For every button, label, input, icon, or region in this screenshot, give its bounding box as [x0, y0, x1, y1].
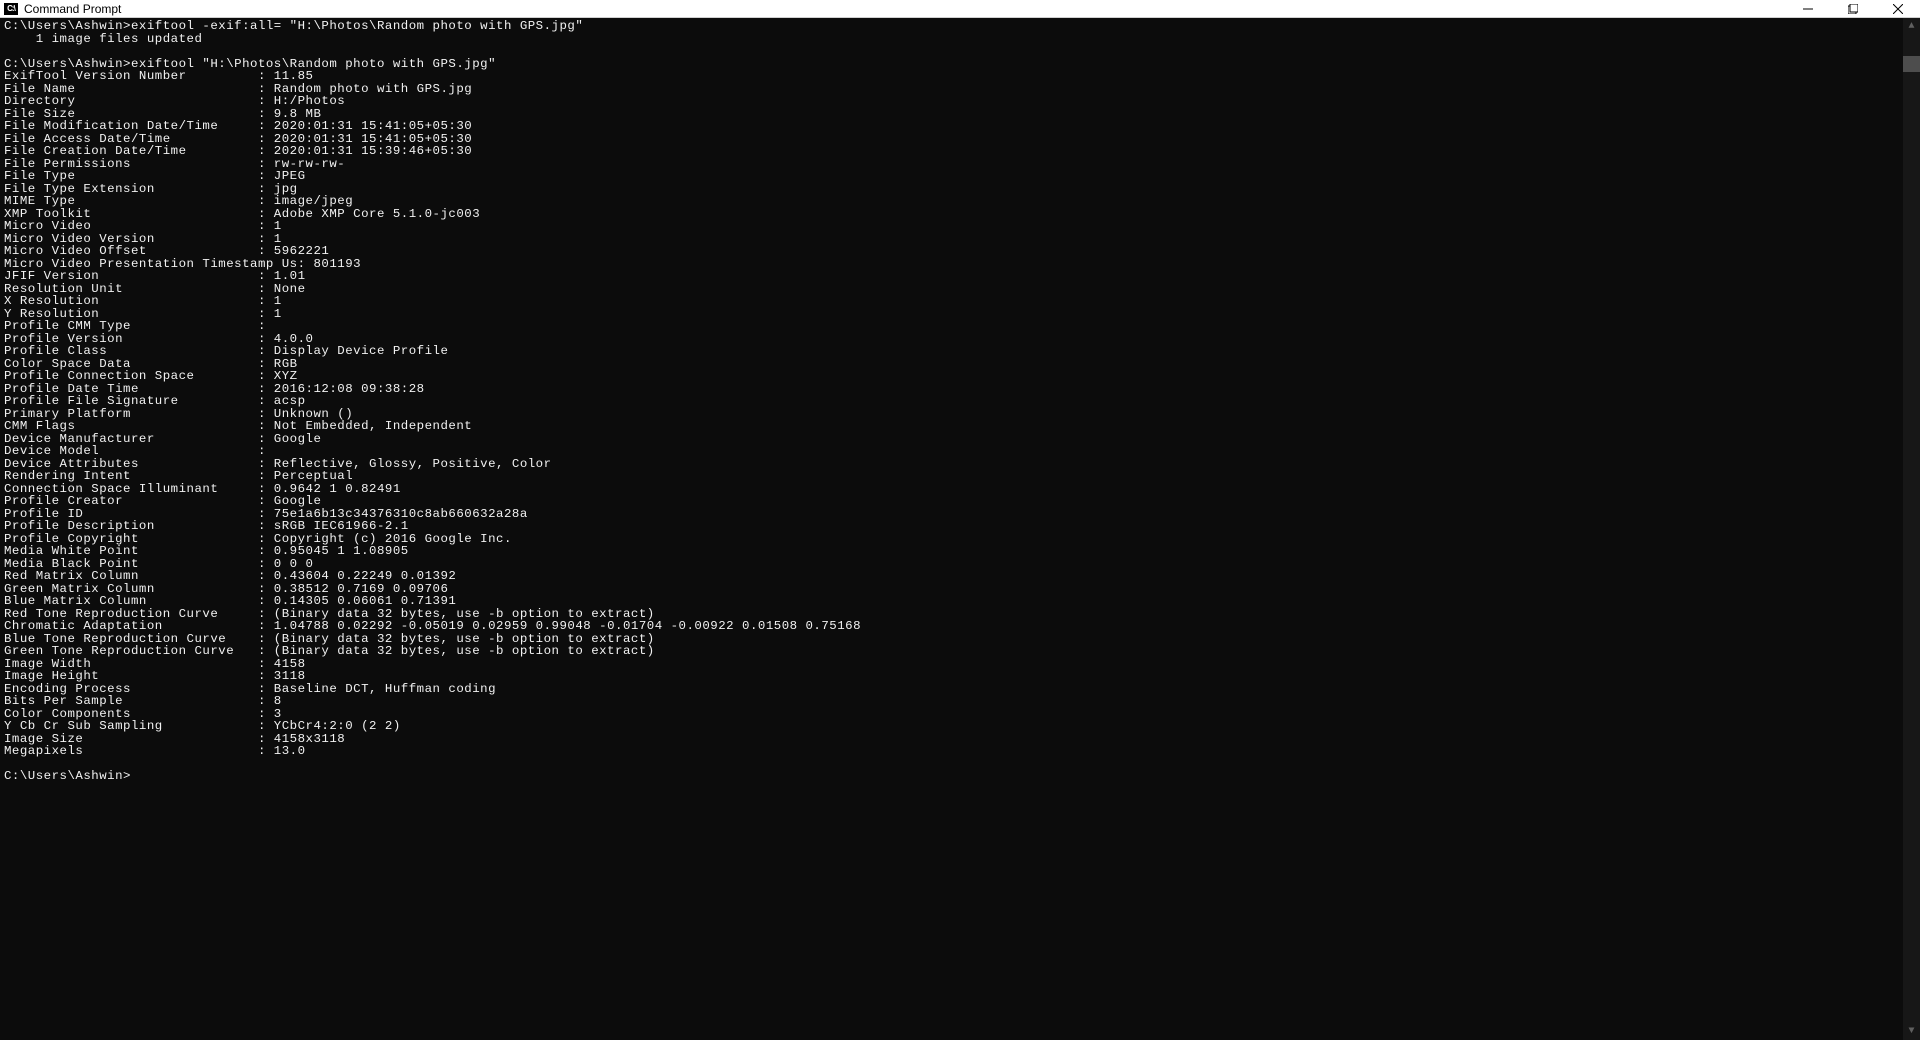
window-controls — [1785, 0, 1920, 18]
scroll-up-icon[interactable]: ▲ — [1903, 18, 1920, 35]
window-title: Command Prompt — [24, 2, 121, 16]
vertical-scrollbar[interactable]: ▲ ▼ — [1903, 18, 1920, 1040]
close-button[interactable] — [1875, 0, 1920, 18]
minimize-button[interactable] — [1785, 0, 1830, 18]
scroll-thumb[interactable] — [1903, 56, 1920, 72]
terminal-area[interactable]: C:\Users\Ashwin>exiftool -exif:all= "H:\… — [0, 18, 1920, 1040]
window-titlebar: C:\ Command Prompt — [0, 0, 1920, 18]
terminal-output[interactable]: C:\Users\Ashwin>exiftool -exif:all= "H:\… — [0, 18, 1903, 1040]
maximize-button[interactable] — [1830, 0, 1875, 18]
titlebar-left: C:\ Command Prompt — [0, 2, 121, 16]
scroll-down-icon[interactable]: ▼ — [1903, 1023, 1920, 1040]
cmd-icon: C:\ — [4, 3, 18, 15]
